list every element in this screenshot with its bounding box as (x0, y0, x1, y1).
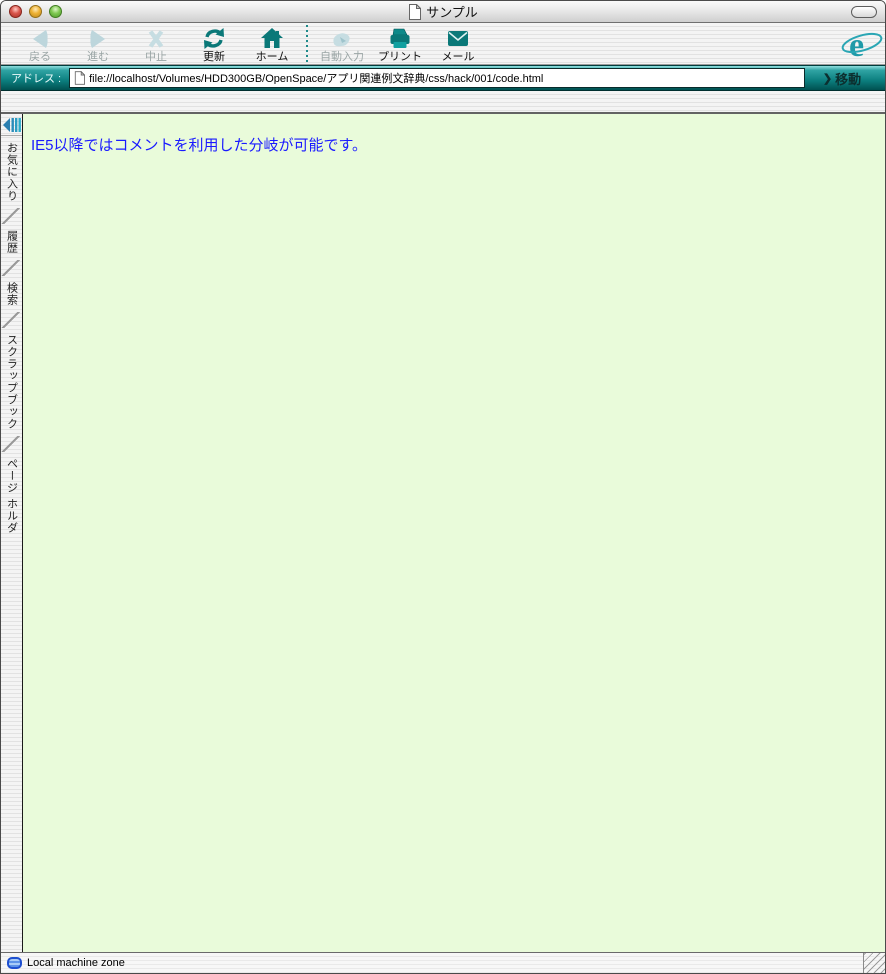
sidebar-tab-separator (1, 208, 22, 224)
close-button[interactable] (9, 5, 22, 18)
go-chevron-icon: ❯ (822, 72, 833, 85)
address-field (69, 68, 805, 88)
toolbar-button-label: プリント (378, 51, 422, 63)
svg-text:e: e (849, 27, 864, 64)
page-text: IE5以降ではコメントを利用した分岐が可能です。 (31, 137, 368, 154)
sidebar-tab-pageholder[interactable]: ページ ホルダ (4, 452, 20, 540)
address-input[interactable] (89, 72, 800, 84)
print-button[interactable]: プリント (371, 23, 429, 65)
toolbar-button-label: 進む (87, 51, 109, 63)
forward-button: 進む (69, 23, 127, 65)
toolbar-toggle-button[interactable] (851, 6, 877, 18)
back-button: 戻る (11, 23, 69, 65)
sidebar-tab-separator (1, 312, 22, 328)
autofill-icon (330, 26, 354, 51)
home-button[interactable]: ホーム (243, 23, 301, 65)
address-label: アドレス : (11, 73, 62, 85)
sidebar-collapse-button[interactable] (1, 114, 22, 136)
sidebar-tab-favorites[interactable]: お気に入り (4, 136, 20, 208)
sidebar-tab-separator (1, 436, 22, 452)
ie-logo: e (841, 24, 883, 64)
refresh-icon (202, 26, 226, 51)
print-icon (387, 26, 413, 51)
window-title: サンプル (426, 5, 478, 20)
address-bar: アドレス : ❯ 移動 (1, 65, 885, 91)
document-icon (408, 3, 422, 20)
toolbar-button-label: 更新 (203, 51, 225, 63)
browser-window: サンプル 戻る 進む 中止 更新 ホーム 自動入力 プリント メール e アドレ… (0, 0, 886, 974)
sidebar-tab-history[interactable]: 履歴 (4, 224, 20, 260)
status-bar: Local machine zone (1, 952, 885, 973)
main-area: お気に入り 履歴 検索 スクラップブック ページ ホルダ IE5以降ではコメント… (1, 114, 885, 952)
main-toolbar: 戻る 進む 中止 更新 ホーム 自動入力 プリント メール e (1, 23, 885, 65)
sidebar-tab-separator (1, 260, 22, 276)
zoom-button[interactable] (49, 5, 62, 18)
back-icon (28, 26, 52, 51)
title-bar: サンプル (1, 1, 885, 23)
resize-grip[interactable] (863, 952, 885, 973)
status-text: Local machine zone (27, 957, 125, 969)
mail-icon (446, 26, 470, 51)
forward-icon (86, 26, 110, 51)
go-button-label: 移動 (835, 71, 862, 87)
autofill-button: 自動入力 (313, 23, 371, 65)
toolbar-spacer-band (1, 91, 885, 114)
stop-button: 中止 (127, 23, 185, 65)
sidebar-tab-search[interactable]: 検索 (4, 276, 20, 312)
refresh-button[interactable]: 更新 (185, 23, 243, 65)
toolbar-button-label: 中止 (145, 51, 167, 63)
sidebar-tab-scrapbook[interactable]: スクラップブック (4, 328, 20, 436)
address-document-icon (74, 71, 86, 85)
toolbar-button-label: 自動入力 (320, 51, 364, 63)
content-area: IE5以降ではコメントを利用した分岐が可能です。 (23, 114, 885, 952)
go-button[interactable]: ❯ 移動 (805, 67, 879, 89)
home-icon (260, 26, 284, 51)
sidebar-collapse-icon (2, 117, 21, 132)
toolbar-button-label: 戻る (29, 51, 51, 63)
stop-icon (145, 26, 167, 51)
mail-button[interactable]: メール (429, 23, 487, 65)
minimize-button[interactable] (29, 5, 42, 18)
security-zone-icon (7, 957, 22, 969)
explorer-sidebar: お気に入り 履歴 検索 スクラップブック ページ ホルダ (1, 114, 23, 952)
toolbar-separator (301, 25, 313, 63)
toolbar-button-label: メール (441, 51, 475, 63)
toolbar-button-label: ホーム (255, 51, 289, 63)
